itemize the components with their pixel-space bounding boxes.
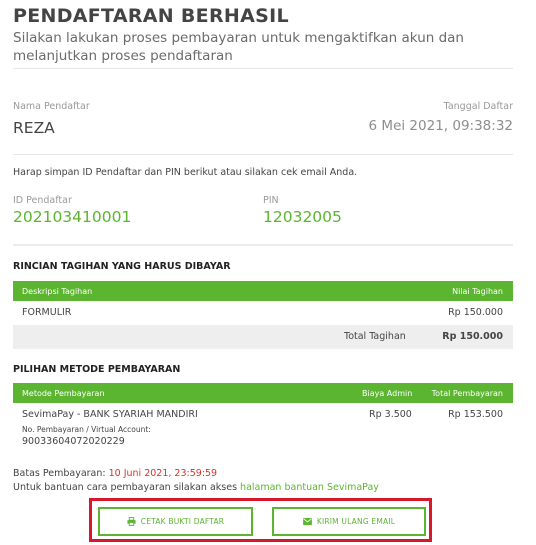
- divider: [13, 68, 513, 69]
- credentials-notice: Harap simpan ID Pendaftar dan PIN beriku…: [13, 167, 358, 178]
- divider: [13, 244, 513, 246]
- registrant-id: 202103410001: [13, 208, 132, 226]
- payment-table-header: Metode Pembayaran Biaya Admin Total Pemb…: [13, 383, 513, 403]
- payment-col-total: Total Pembayaran: [431, 389, 503, 398]
- registrant-name-label: Nama Pendaftar: [13, 101, 90, 112]
- virtual-account-label: No. Pembayaran / Virtual Account:: [22, 425, 151, 434]
- registrant-name: REZA: [13, 119, 55, 137]
- payment-section-title: PILIHAN METODE PEMBAYARAN: [13, 364, 181, 375]
- registration-date-label: Tanggal Daftar: [443, 101, 513, 112]
- bill-item-amount: Rp 150.000: [448, 307, 503, 318]
- print-registration-label: CETAK BUKTI DAFTAR: [140, 517, 225, 526]
- payment-deadline-label: Batas Pembayaran:: [13, 468, 109, 479]
- page-subtitle: Silakan lakukan proses pembayaran untuk …: [13, 30, 464, 64]
- table-row: SevimaPay - BANK SYARIAH MANDIRI No. Pem…: [13, 403, 513, 453]
- pin-value: 12032005: [263, 208, 342, 226]
- bill-total-row: Total Tagihan Rp 150.000: [13, 325, 513, 349]
- payment-help-text: Untuk bantuan cara pembayaran silakan ak…: [13, 482, 241, 493]
- bill-item-description: FORMULIR: [22, 307, 72, 318]
- payment-method-name: SevimaPay - BANK SYARIAH MANDIRI: [22, 409, 198, 420]
- table-row: FORMULIR Rp 150.000: [13, 301, 513, 325]
- registrant-id-label: ID Pendaftar: [13, 195, 72, 206]
- payment-col-method: Metode Pembayaran: [22, 389, 105, 398]
- bill-total-amount: Rp 150.000: [442, 331, 503, 342]
- bill-col-amount: Nilai Tagihan: [452, 287, 503, 296]
- payment-admin-fee: Rp 3.500: [369, 409, 412, 420]
- page-title: PENDAFTARAN BERHASIL: [13, 5, 289, 27]
- bill-col-description: Deskripsi Tagihan: [22, 287, 93, 296]
- envelope-icon: [302, 518, 312, 525]
- print-registration-button[interactable]: CETAK BUKTI DAFTAR: [98, 507, 253, 536]
- payment-deadline-value: 10 Juni 2021, 23:59:59: [108, 468, 218, 479]
- payment-help: Untuk bantuan cara pembayaran silakan ak…: [13, 482, 379, 493]
- pin-label: PIN: [263, 195, 279, 206]
- bill-table-header: Deskripsi Tagihan Nilai Tagihan: [13, 281, 513, 301]
- registration-date: 6 Mei 2021, 09:38:32: [368, 118, 513, 134]
- bill-section-title: RINCIAN TAGIHAN YANG HARUS DIBAYAR: [13, 261, 231, 272]
- payment-deadline: Batas Pembayaran: 10 Juni 2021, 23:59:59: [13, 468, 217, 479]
- bill-total-label: Total Tagihan: [344, 331, 406, 342]
- payment-col-fee: Biaya Admin: [362, 389, 413, 398]
- payment-total: Rp 153.500: [448, 409, 503, 420]
- resend-email-button[interactable]: KIRIM ULANG EMAIL: [272, 507, 426, 536]
- divider: [13, 154, 513, 155]
- resend-email-label: KIRIM ULANG EMAIL: [316, 517, 396, 526]
- virtual-account-number: 90033604072020229: [22, 436, 125, 447]
- printer-icon: [127, 517, 136, 526]
- sevimapay-help-link[interactable]: halaman bantuan SevimaPay: [240, 482, 379, 493]
